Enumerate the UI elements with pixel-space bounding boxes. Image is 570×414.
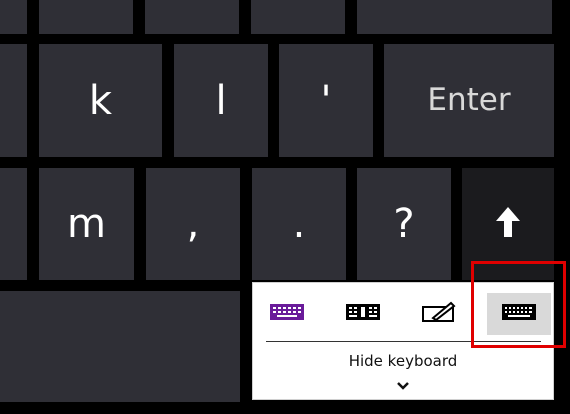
- key-top-5[interactable]: [357, 0, 552, 34]
- key-period-label: .: [292, 201, 306, 247]
- hide-keyboard-button[interactable]: Hide keyboard: [253, 352, 553, 370]
- key-top-1[interactable]: [0, 0, 27, 34]
- up-arrow-icon: [494, 205, 522, 243]
- key-apostrophe-label: ': [320, 77, 332, 124]
- key-period[interactable]: .: [252, 168, 346, 280]
- key-top-3[interactable]: [145, 0, 239, 34]
- key-question[interactable]: ?: [357, 168, 451, 280]
- keyboard-icon: [269, 303, 305, 325]
- key-l-label: l: [215, 77, 227, 124]
- key-m-label: m: [67, 201, 106, 247]
- key-l[interactable]: l: [174, 44, 268, 157]
- key-m[interactable]: m: [39, 168, 134, 280]
- key-comma[interactable]: ,: [146, 168, 240, 280]
- split-keyboard-icon: [345, 303, 381, 325]
- handwriting-option[interactable]: [407, 293, 471, 335]
- split-keyboard-option[interactable]: [331, 293, 395, 335]
- key-k[interactable]: k: [39, 44, 162, 157]
- key-question-label: ?: [393, 201, 415, 247]
- key-top-2[interactable]: [39, 0, 133, 34]
- key-apostrophe[interactable]: ': [279, 44, 373, 157]
- key-bottom-left[interactable]: [0, 291, 240, 402]
- key-enter-label: Enter: [427, 82, 511, 118]
- key-enter[interactable]: Enter: [384, 44, 554, 157]
- highlight-box: [471, 261, 566, 348]
- pen-icon: [421, 301, 457, 327]
- chevron-down-icon[interactable]: [394, 377, 412, 390]
- key-top-4[interactable]: [251, 0, 345, 34]
- key-j[interactable]: j: [0, 44, 27, 157]
- key-k-label: k: [88, 77, 113, 124]
- key-comma-label: ,: [186, 201, 200, 247]
- standard-keyboard-option[interactable]: [255, 293, 319, 335]
- key-j-label: j: [0, 81, 3, 121]
- key-left-shift[interactable]: [0, 168, 27, 280]
